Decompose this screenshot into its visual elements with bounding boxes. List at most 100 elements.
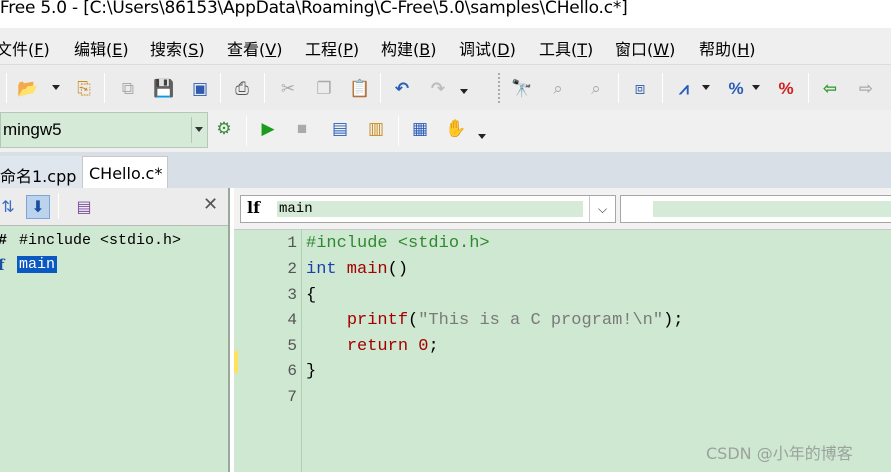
code-line-1: #include <stdio.h>: [306, 234, 490, 253]
function-icon: lf: [247, 198, 260, 217]
title-bar: -Free 5.0 - [C:\Users\86153\AppData\Roam…: [0, 0, 891, 26]
symbol-panel-toolbar: ⇅ ⬇ ▤ ✕: [0, 188, 228, 226]
menu-tools[interactable]: 工具(T): [539, 36, 593, 60]
toolbar-separator: [618, 73, 619, 103]
order-icon[interactable]: ⬇: [26, 195, 50, 219]
file-tab-bar: 命名1.cpp CHello.c*: [0, 152, 891, 188]
chevron-down-icon[interactable]: [191, 117, 205, 143]
run-icon[interactable]: ▶: [256, 116, 280, 140]
symbol-include-text: #include <stdio.h>: [19, 232, 182, 249]
build-icon[interactable]: ▥: [364, 116, 388, 140]
compiler-value: mingw5: [3, 120, 62, 139]
save-icon[interactable]: 💾: [152, 76, 176, 100]
toolbar-separator: [380, 73, 381, 103]
redo-icon[interactable]: ↷: [426, 76, 450, 100]
sort-icon[interactable]: ⇅: [0, 195, 20, 219]
toolbar-separator: [220, 73, 221, 103]
window-title: -Free 5.0 - [C:\Users\86153\AppData\Roam…: [0, 0, 628, 18]
line-number: 3: [287, 286, 297, 304]
paste-icon[interactable]: 📋: [348, 76, 372, 100]
build-toolbar: mingw5 ⚙ ▶ ■ ▤ ▥ ▦ ✋: [0, 110, 891, 152]
comment-icon[interactable]: %: [724, 76, 748, 100]
comment-dropdown-arrow[interactable]: [752, 85, 760, 90]
hand-icon[interactable]: ✋: [444, 116, 468, 140]
compile-icon[interactable]: ▤: [328, 116, 352, 140]
uncomment-icon[interactable]: %: [774, 76, 798, 100]
toolbar-separator: [662, 73, 663, 103]
menu-project[interactable]: 工程(P): [305, 36, 359, 60]
line-number: 4: [287, 311, 297, 329]
line-gutter: 1 2 3 4 5 6 7: [234, 230, 302, 472]
toolbar-separator: [246, 116, 247, 146]
properties-icon[interactable]: ▤: [72, 195, 96, 219]
chevron-down-icon[interactable]: ⌵: [589, 196, 615, 222]
compiler-select[interactable]: mingw5: [0, 112, 208, 148]
redo-dropdown-arrow[interactable]: [460, 89, 468, 94]
editor-header: lf main ⌵: [234, 188, 891, 230]
toolbar-separator: [104, 73, 105, 103]
toolbar-separator: [264, 73, 265, 103]
member-combo[interactable]: [620, 195, 891, 223]
line-number: 2: [287, 260, 297, 278]
menu-view[interactable]: 查看(V): [227, 36, 282, 60]
back-arrow-icon[interactable]: ⇦: [818, 76, 842, 100]
menu-edit[interactable]: 编辑(E): [74, 36, 129, 60]
line-number: 1: [287, 234, 297, 252]
code-line-3: {: [306, 286, 317, 305]
toolbar-separator: [58, 193, 59, 219]
code-editor: lf main ⌵ 1 2 3 4 5 6 7 #include <stdio.…: [234, 188, 891, 472]
menu-window[interactable]: 窗口(W): [615, 36, 675, 60]
line-number: 6: [287, 362, 297, 380]
symbol-main-text: main: [17, 256, 58, 273]
replace-icon[interactable]: ⧈: [628, 76, 652, 100]
include-icon: #: [0, 232, 7, 249]
bookmark-dropdown-arrow[interactable]: [702, 85, 710, 90]
function-combo-value: main: [277, 201, 583, 217]
print-icon[interactable]: ⎙: [230, 76, 254, 100]
line-number: 7: [287, 388, 297, 406]
toolbar-separator: [398, 116, 399, 146]
code-line-6: }: [306, 362, 317, 381]
forward-arrow-icon[interactable]: ⇨: [854, 76, 878, 100]
toolbar-separator: [6, 73, 7, 103]
tab-untitled1[interactable]: 命名1.cpp: [0, 156, 82, 188]
save-all-icon[interactable]: ▣: [188, 76, 212, 100]
new-project-icon[interactable]: ⧉: [116, 76, 140, 100]
menu-help[interactable]: 帮助(H): [699, 36, 756, 60]
tab-chello[interactable]: CHello.c*: [82, 156, 168, 188]
open-folder-icon[interactable]: 📂: [16, 76, 40, 100]
menu-bar: 文件(F) 编辑(E) 搜索(S) 查看(V) 工程(P) 构建(B) 调试(D…: [0, 28, 891, 64]
watermark: CSDN @小年的博客: [706, 444, 853, 463]
find-next-icon[interactable]: ⌕: [546, 76, 570, 100]
compiler-config-icon[interactable]: ⚙: [212, 116, 236, 140]
find-icon[interactable]: 🔭: [510, 76, 534, 100]
code-line-2: int main(): [306, 260, 409, 279]
code-line-4: printf("This is a C program!\n");: [346, 311, 684, 330]
modified-line-marker: [234, 351, 238, 373]
function-icon: f: [0, 256, 5, 274]
symbol-panel: ⇅ ⬇ ▤ ✕ # #include <stdio.h> f main: [0, 188, 230, 472]
more-dropdown-arrow[interactable]: [478, 134, 486, 139]
bookmark-icon[interactable]: ⩘: [672, 76, 696, 100]
member-combo-value: [653, 201, 891, 217]
toolbar-grip: [498, 73, 500, 103]
function-combo[interactable]: lf main ⌵: [240, 195, 616, 223]
copy-icon[interactable]: ❐: [312, 76, 336, 100]
undo-icon[interactable]: ↶: [390, 76, 414, 100]
open-project-icon[interactable]: ⎘: [72, 76, 96, 100]
find-prev-icon[interactable]: ⌕: [584, 76, 608, 100]
line-number: 5: [287, 337, 297, 355]
menu-file[interactable]: 文件(F): [0, 36, 50, 60]
code-line-5: return 0;: [346, 337, 439, 356]
cut-icon[interactable]: ✂: [276, 76, 300, 100]
menu-search[interactable]: 搜索(S): [150, 36, 205, 60]
code-area[interactable]: #include <stdio.h> int main() { printf("…: [304, 230, 891, 472]
menu-debug[interactable]: 调试(D): [459, 36, 516, 60]
toolbar-separator: [808, 73, 809, 103]
close-icon[interactable]: ✕: [203, 194, 218, 215]
main-toolbar: 📂 ⎘ ⧉ 💾 ▣ ⎙ ✂ ❐ 📋 ↶ ↷ 🔭 ⌕ ⌕ ⧈ ⩘ % % ⇦ ⇨: [0, 64, 891, 110]
stop-icon[interactable]: ■: [290, 116, 314, 140]
open-dropdown-arrow[interactable]: [52, 85, 60, 90]
build-log-icon[interactable]: ▦: [408, 116, 432, 140]
menu-build[interactable]: 构建(B): [381, 36, 436, 60]
